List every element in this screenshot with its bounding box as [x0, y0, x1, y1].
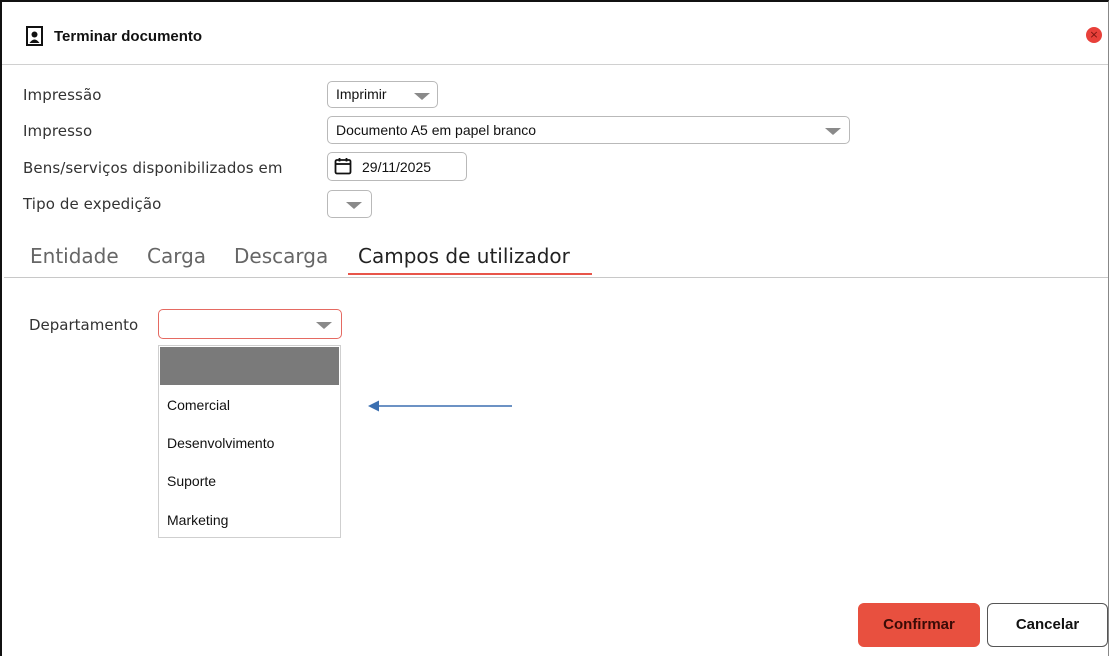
- calendar-icon[interactable]: [334, 157, 352, 175]
- tab-entidade[interactable]: Entidade: [30, 244, 119, 268]
- dropdown-option-suporte[interactable]: Suporte: [167, 473, 216, 489]
- tabs-divider: [4, 277, 1108, 278]
- document-icon: [26, 26, 43, 46]
- tab-carga[interactable]: Carga: [147, 244, 206, 268]
- confirm-button[interactable]: Confirmar: [858, 603, 980, 647]
- dialog-title: Terminar documento: [54, 28, 203, 45]
- tab-campos-de-utilizador[interactable]: Campos de utilizador: [358, 244, 570, 268]
- impresso-select[interactable]: Documento A5 em papel branco: [327, 116, 850, 144]
- tipo-expedicao-select[interactable]: [327, 190, 372, 218]
- impressao-label: Impressão: [23, 86, 102, 104]
- dropdown-option-comercial[interactable]: Comercial: [167, 397, 230, 413]
- chevron-down-icon: [414, 93, 430, 100]
- active-tab-indicator: [348, 273, 592, 275]
- chevron-down-icon: [825, 128, 841, 135]
- tab-descarga[interactable]: Descarga: [234, 244, 328, 268]
- dropdown-option-empty[interactable]: [160, 347, 339, 385]
- close-icon[interactable]: ×: [1086, 27, 1102, 43]
- annotation-arrow: [368, 400, 512, 412]
- bens-servicos-date-field[interactable]: 29/11/2025: [327, 152, 467, 181]
- impressao-value: Imprimir: [336, 86, 387, 102]
- impressao-select[interactable]: Imprimir: [327, 81, 438, 108]
- dialog-titlebar: Terminar documento ×: [2, 2, 1108, 65]
- dropdown-option-marketing[interactable]: Marketing: [167, 512, 228, 528]
- departamento-dropdown: Comercial Desenvolvimento Suporte Market…: [158, 345, 341, 538]
- bens-servicos-label: Bens/serviços disponibilizados em: [23, 159, 283, 177]
- dropdown-option-desenvolvimento[interactable]: Desenvolvimento: [167, 435, 274, 451]
- impresso-value: Documento A5 em papel branco: [336, 122, 537, 138]
- chevron-down-icon: [316, 322, 332, 329]
- cancel-button[interactable]: Cancelar: [987, 603, 1108, 647]
- impresso-label: Impresso: [23, 122, 93, 140]
- chevron-down-icon: [346, 202, 362, 209]
- finish-document-dialog: Terminar documento × Impressão Imprimir …: [0, 0, 1109, 656]
- tipo-expedicao-label: Tipo de expedição: [23, 195, 162, 213]
- bens-servicos-value: 29/11/2025: [362, 159, 432, 175]
- departamento-label: Departamento: [29, 316, 139, 334]
- departamento-select[interactable]: [158, 309, 342, 339]
